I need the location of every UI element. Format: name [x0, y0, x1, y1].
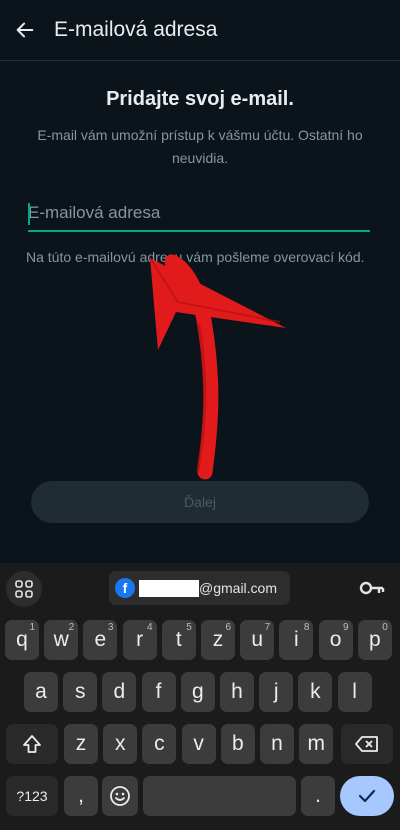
suggestion-bar: f @gmail.com — [0, 563, 400, 613]
apps-grid-button[interactable] — [6, 571, 42, 607]
key-number-hint: 7 — [264, 622, 271, 633]
annotation-arrow — [149, 254, 286, 480]
apps-grid-icon — [15, 580, 33, 598]
key-label: w — [53, 628, 69, 651]
key-number-hint: 9 — [343, 622, 349, 633]
emoji-key[interactable] — [102, 776, 138, 816]
key-number-hint: 8 — [303, 622, 310, 633]
key-l[interactable]: l — [337, 672, 372, 712]
key-s[interactable]: s — [63, 672, 98, 712]
key-p[interactable]: p0 — [357, 620, 392, 660]
key-number-hint: 5 — [186, 622, 192, 633]
backspace-icon — [355, 736, 378, 752]
key-t[interactable]: t5 — [161, 620, 196, 660]
key-g[interactable]: g — [180, 672, 215, 712]
key-label: z — [212, 628, 224, 651]
suggestion-domain: @gmail.com — [199, 580, 278, 596]
shift-key[interactable] — [6, 724, 58, 764]
key-x[interactable]: x — [103, 724, 138, 764]
key-q[interactable]: q1 — [5, 620, 39, 660]
key-label: r — [136, 628, 144, 651]
key-c[interactable]: c — [142, 724, 177, 764]
symbols-key[interactable]: ?123 — [6, 776, 58, 816]
key-f[interactable]: f — [141, 672, 176, 712]
key-label: o — [329, 628, 342, 651]
key-number-hint: 2 — [68, 622, 75, 633]
comma-key[interactable]: , — [64, 776, 98, 816]
password-key-button[interactable] — [358, 577, 386, 599]
key-z[interactable]: z6 — [201, 620, 235, 660]
key-label: p — [368, 628, 381, 651]
key-label: u — [251, 628, 264, 651]
key-v[interactable]: v — [181, 724, 216, 764]
key-number-hint: 0 — [382, 622, 388, 633]
key-number-hint: 6 — [225, 622, 231, 633]
key-label: e — [94, 628, 107, 651]
facebook-icon: f — [115, 578, 135, 598]
key-label: i — [294, 628, 299, 651]
key-w[interactable]: w2 — [44, 620, 79, 660]
key-label: q — [16, 628, 28, 651]
key-z[interactable]: z — [64, 724, 98, 764]
key-r[interactable]: r4 — [122, 620, 157, 660]
period-key[interactable]: . — [301, 776, 335, 816]
key-i[interactable]: i8 — [279, 620, 314, 660]
enter-key[interactable] — [340, 776, 394, 816]
key-number-hint: 3 — [107, 622, 114, 633]
key-d[interactable]: d — [102, 672, 137, 712]
key-j[interactable]: j — [259, 672, 294, 712]
key-b[interactable]: b — [220, 724, 255, 764]
redacted-username — [139, 579, 199, 597]
key-n[interactable]: n — [260, 724, 294, 764]
key-o[interactable]: o9 — [318, 620, 353, 660]
checkmark-icon — [358, 789, 376, 803]
shift-icon — [23, 735, 41, 753]
key-number-hint: 1 — [29, 622, 35, 633]
emoji-icon — [110, 786, 130, 806]
backspace-key[interactable] — [341, 724, 393, 764]
key-u[interactable]: u7 — [240, 620, 275, 660]
autofill-suggestion[interactable]: f @gmail.com — [109, 571, 290, 605]
key-e[interactable]: e3 — [83, 620, 118, 660]
key-number-hint: 4 — [147, 622, 153, 633]
key-a[interactable]: a — [24, 672, 58, 712]
key-m[interactable]: m — [299, 724, 334, 764]
key-h[interactable]: h — [220, 672, 254, 712]
key-label: t — [175, 628, 182, 651]
key-k[interactable]: k — [298, 672, 333, 712]
key-icon — [359, 581, 385, 595]
space-key[interactable] — [143, 776, 296, 816]
soft-keyboard: f @gmail.com q1w2e3r4t5z6u7i8o9p0 asdfgh… — [0, 563, 400, 830]
